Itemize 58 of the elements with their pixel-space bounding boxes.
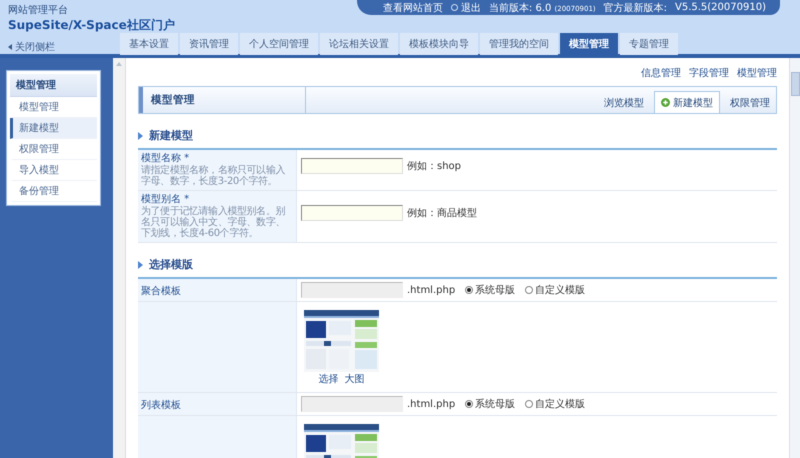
sidebar-item[interactable]: 导入模型 bbox=[10, 160, 97, 181]
product-title: SupeSite/X-Space社区门户 bbox=[8, 17, 175, 34]
preview-link[interactable]: 选择 bbox=[318, 372, 338, 386]
view-site-link[interactable]: 查看网站首页 bbox=[382, 0, 443, 14]
panel-tab[interactable]: 新建模型 bbox=[654, 91, 720, 113]
radio-label: 自定义模版 bbox=[535, 398, 586, 411]
nav-tab[interactable]: 专题管理 bbox=[620, 33, 678, 55]
latest-version: V5.5.5(20070910) bbox=[675, 2, 766, 13]
field-label: 模型别名 * bbox=[141, 194, 190, 206]
nav-tab[interactable]: 管理我的空间 bbox=[480, 33, 558, 55]
field-hint: 为了便于记忆请输入模型别名。别名只可以输入中文、字母、数字、下划线，长度4-60个字符。 bbox=[141, 206, 286, 239]
radio-button[interactable] bbox=[465, 286, 474, 294]
field-label: 模型名称 * bbox=[141, 153, 190, 164]
nav-tab[interactable]: 模型管理 bbox=[560, 33, 618, 55]
panel-title: 模型管理 bbox=[139, 87, 306, 113]
panel-tab[interactable]: 浏览模型 bbox=[598, 93, 650, 113]
example-text: 例如：商品模型 bbox=[407, 206, 477, 220]
platform-label: 网站管理平台 bbox=[8, 4, 68, 17]
input-field[interactable] bbox=[301, 205, 403, 221]
nav-tab[interactable]: 个人空间管理 bbox=[240, 33, 318, 55]
sidebar-item[interactable]: 备份管理 bbox=[10, 181, 97, 202]
top-link[interactable]: 字段管理 bbox=[689, 66, 729, 80]
close-sidebar-link[interactable]: 关闭侧栏 bbox=[15, 40, 55, 54]
add-icon bbox=[661, 98, 670, 107]
section-title: 新建模型 bbox=[149, 128, 193, 143]
radio-label: 系统母版 bbox=[475, 398, 516, 411]
sidebar-title: 模型管理 bbox=[10, 74, 97, 97]
section-title: 选择模版 bbox=[149, 257, 193, 272]
template-label: 列表模板 bbox=[141, 400, 182, 412]
scrollbar-thumb[interactable] bbox=[790, 72, 800, 96]
nav-tab[interactable]: 模板模块向导 bbox=[400, 33, 478, 55]
radio-button[interactable] bbox=[525, 286, 534, 294]
collapse-icon[interactable] bbox=[8, 44, 12, 50]
nav-tab[interactable]: 资讯管理 bbox=[180, 33, 238, 55]
section-arrow-icon bbox=[138, 260, 143, 268]
latest-version-label: 官方最新版本: bbox=[604, 2, 667, 14]
nav-tab[interactable]: 基本设置 bbox=[120, 33, 178, 55]
radio-label: 自定义模版 bbox=[535, 284, 586, 297]
sidebar-item[interactable]: 新建模型 bbox=[10, 118, 97, 139]
nav-tab[interactable]: 论坛相关设置 bbox=[320, 33, 398, 55]
file-suffix: .html.php bbox=[407, 284, 456, 296]
example-text: 例如：shop bbox=[407, 160, 462, 173]
sidebar-item[interactable]: 权限管理 bbox=[10, 139, 97, 160]
logout-link[interactable]: 退出 bbox=[460, 0, 481, 14]
preview-link[interactable]: 大图 bbox=[344, 372, 364, 386]
top-link[interactable]: 模型管理 bbox=[737, 66, 777, 80]
input-field[interactable] bbox=[301, 158, 403, 174]
template-label: 聚合模板 bbox=[141, 286, 182, 298]
field-hint: 请指定模型名称，名称只可以输入字母、数字，长度3-20个字符。 bbox=[141, 165, 286, 187]
template-field[interactable] bbox=[301, 282, 403, 298]
radio-label: 系统母版 bbox=[475, 284, 516, 297]
file-suffix: .html.php bbox=[407, 398, 456, 410]
section-arrow-icon bbox=[138, 132, 143, 140]
template-field[interactable] bbox=[301, 396, 403, 412]
radio-button[interactable] bbox=[465, 400, 474, 408]
panel-tab[interactable]: 权限管理 bbox=[724, 93, 776, 113]
top-link[interactable]: 信息管理 bbox=[641, 66, 681, 80]
radio-button[interactable] bbox=[525, 400, 534, 408]
